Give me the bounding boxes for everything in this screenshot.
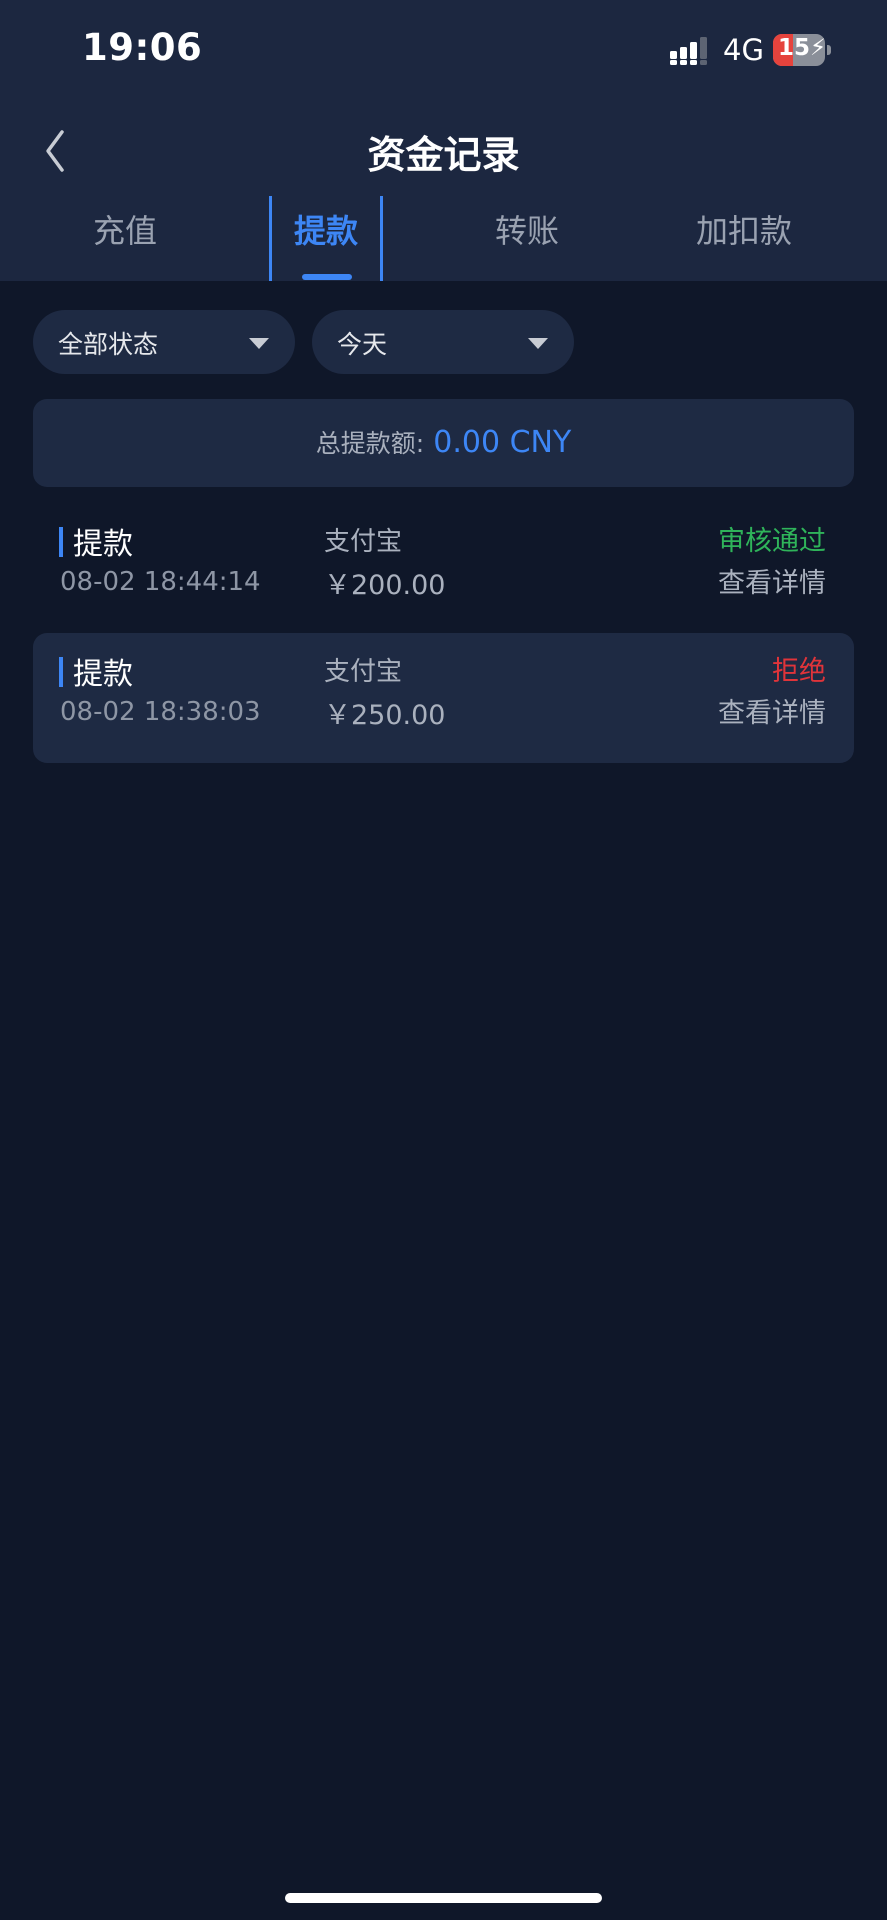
record-accent-bar — [59, 657, 63, 687]
tab-bar: 充值 提款 转账 加扣款 — [0, 196, 887, 281]
nav-bar: 资金记录 — [0, 110, 887, 190]
record-status: 拒绝 — [772, 656, 826, 687]
tab-adjustment[interactable]: 加扣款 — [644, 196, 844, 281]
caret-down-icon — [249, 338, 269, 349]
view-details-link[interactable]: 查看详情 — [718, 691, 826, 730]
record-status: 审核通过 — [718, 526, 826, 557]
status-time: 19:06 — [82, 26, 203, 69]
withdraw-summary: 总提款额: 0.00 CNY — [33, 399, 854, 487]
date-filter-dropdown[interactable]: 今天 — [312, 310, 574, 374]
status-filter-label: 全部状态 — [58, 330, 159, 359]
record-time: 08-02 18:44:14 — [60, 567, 261, 597]
battery-body: 15⚡ — [773, 34, 825, 66]
page-title: 资金记录 — [367, 133, 520, 177]
tab-divider-right — [380, 196, 383, 281]
view-details-link[interactable]: 查看详情 — [718, 561, 826, 600]
record-accent-bar — [59, 527, 63, 557]
record-row[interactable]: 提款 08-02 18:44:14 支付宝 ￥200.00 审核通过 查看详情 — [33, 503, 854, 633]
summary-label: 总提款额: — [315, 429, 425, 458]
date-filter-label: 今天 — [337, 330, 388, 359]
record-method: 支付宝 — [324, 527, 403, 557]
network-label: 4G — [723, 33, 764, 67]
record-amount: ￥200.00 — [324, 570, 446, 601]
record-time: 08-02 18:38:03 — [60, 697, 261, 727]
summary-value: 0.00 CNY — [433, 425, 572, 460]
record-method: 支付宝 — [324, 657, 403, 687]
record-amount: ￥250.00 — [324, 700, 446, 731]
record-type: 提款 — [73, 657, 133, 692]
tab-withdraw[interactable]: 提款 — [272, 196, 380, 281]
status-bar: 19:06 4G 15⚡ — [0, 0, 887, 100]
record-row[interactable]: 提款 08-02 18:38:03 支付宝 ￥250.00 拒绝 查看详情 — [33, 633, 854, 763]
battery-cap — [827, 45, 831, 55]
status-filter-dropdown[interactable]: 全部状态 — [33, 310, 295, 374]
battery-level-text: 15⚡ — [778, 35, 825, 61]
signal-icon — [670, 37, 707, 65]
home-indicator — [285, 1893, 602, 1903]
record-type: 提款 — [73, 527, 133, 562]
active-tab-indicator — [302, 274, 352, 280]
battery-icon: 15⚡ — [773, 34, 831, 66]
tab-deposit[interactable]: 充值 — [25, 196, 225, 281]
caret-down-icon — [528, 338, 548, 349]
tab-transfer[interactable]: 转账 — [427, 196, 627, 281]
